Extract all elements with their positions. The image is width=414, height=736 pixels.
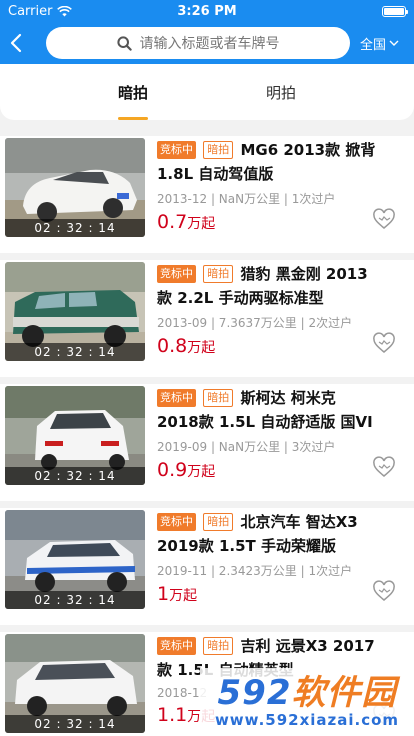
price-value: 0.9 [157,459,188,481]
region-label: 全国 [360,37,387,53]
car-meta: 2019-11 | 2.3423万公里 | 1次过户 [157,564,353,578]
search-placeholder: 请输入标题或者车牌号 [139,36,280,52]
car-photo: 02 : 32 : 14 [5,634,145,733]
car-photo: 02 : 32 : 14 [5,138,145,237]
car-info: 竞标中 暗拍 猎豹 黑金刚 2013款 2.2L 手动两驱标准型 2013-09… [157,262,378,357]
price-value: 0.7 [157,211,188,233]
heart-icon[interactable] [372,580,396,602]
status-badge: 竞标中 [157,265,196,283]
car-title-line: 竞标中 暗拍 猎豹 黑金刚 2013款 2.2L 手动两驱标准型 [157,262,378,310]
price-value: 0.8 [157,335,188,357]
status-badge: 竞标中 [157,389,196,407]
top-nav: 请输入标题或者车牌号 全国 [0,22,414,64]
auction-type-badge: 暗拍 [203,141,234,159]
auction-type-badge: 暗拍 [203,389,234,407]
wifi-icon [57,5,73,16]
auction-countdown: 02 : 32 : 14 [5,591,145,609]
car-info: 竞标中 暗拍 MG6 2013款 掀背 1.8L 自动驾值版 2013-12 |… [157,138,378,233]
car-photo: 02 : 32 : 14 [5,510,145,609]
starting-price: 0.7万起 [157,211,378,233]
status-bar: Carrier 3:26 PM [0,0,414,22]
car-title-line: 竞标中 暗拍 MG6 2013款 掀背 1.8L 自动驾值版 [157,138,378,186]
status-badge: 竞标中 [157,141,196,159]
car-listing[interactable]: 02 : 32 : 14 竞标中 暗拍 猎豹 黑金刚 2013款 2.2L 手动… [0,260,414,377]
price-unit: 万起 [187,464,216,480]
price-unit: 万起 [187,216,216,232]
car-meta: 2013-09 | 7.3637万公里 | 2次过户 [157,316,353,330]
watermark-logo-text: 软件园 [291,673,397,713]
car-title-line: 竞标中 暗拍 斯柯达 柯米克 2018款 1.5L 自动舒适版 国VI [157,386,378,434]
auction-countdown: 02 : 32 : 14 [5,715,145,733]
site-watermark: 592软件园 www.592xiazai.com [200,668,414,736]
watermark-logo: 592软件园 [218,675,397,711]
starting-price: 0.9万起 [157,459,378,481]
auction-tabs: 暗拍 明拍 [0,64,414,120]
car-listing[interactable]: 02 : 32 : 14 竞标中 暗拍 斯柯达 柯米克 2018款 1.5L 自… [0,384,414,501]
search-icon [116,35,132,51]
price-unit: 万起 [187,340,216,356]
auction-countdown: 02 : 32 : 14 [5,219,145,237]
back-button[interactable] [10,28,38,58]
status-badge: 竞标中 [157,637,196,655]
carrier-group: Carrier [8,3,73,19]
watermark-logo-number: 592 [217,673,292,713]
car-list: 02 : 32 : 14 竞标中 暗拍 MG6 2013款 掀背 1.8L 自动… [0,136,414,736]
car-info: 竞标中 暗拍 北京汽车 智达X3 2019款 1.5T 手动荣耀版 2019-1… [157,510,378,605]
auction-type-badge: 暗拍 [203,513,234,531]
tab-open-auction[interactable]: 明拍 [241,64,321,120]
car-info: 竞标中 暗拍 斯柯达 柯米克 2018款 1.5L 自动舒适版 国VI 2019… [157,386,378,481]
car-listing[interactable]: 02 : 32 : 14 竞标中 暗拍 北京汽车 智达X3 2019款 1.5T… [0,508,414,625]
tab-blind-auction[interactable]: 暗拍 [93,64,173,120]
auction-countdown: 02 : 32 : 14 [5,467,145,485]
price-unit: 万起 [169,588,198,604]
status-badge: 竞标中 [157,513,196,531]
watermark-url: www.592xiazai.com [214,711,400,729]
heart-icon[interactable] [372,332,396,354]
starting-price: 0.8万起 [157,335,378,357]
starting-price: 1万起 [157,583,378,605]
battery-icon [382,5,408,17]
auction-type-badge: 暗拍 [203,637,234,655]
chevron-left-icon [10,33,22,53]
price-value: 1 [157,583,170,605]
region-selector[interactable]: 全国 [360,34,399,53]
car-listing[interactable]: 02 : 32 : 14 竞标中 暗拍 MG6 2013款 掀背 1.8L 自动… [0,136,414,253]
heart-icon[interactable] [372,456,396,478]
auction-countdown: 02 : 32 : 14 [5,343,145,361]
carrier-label: Carrier [8,3,53,19]
car-title-line: 竞标中 暗拍 北京汽车 智达X3 2019款 1.5T 手动荣耀版 [157,510,378,558]
auction-type-badge: 暗拍 [203,265,234,283]
search-input[interactable]: 请输入标题或者车牌号 [46,27,350,59]
car-meta: 2019-09 | NaN万公里 | 3次过户 [157,440,336,454]
heart-icon[interactable] [372,208,396,230]
car-photo: 02 : 32 : 14 [5,386,145,485]
chevron-down-icon [389,40,399,46]
car-meta: 2013-12 | NaN万公里 | 1次过户 [157,192,336,206]
car-photo: 02 : 32 : 14 [5,262,145,361]
price-value: 1.1 [157,704,188,726]
